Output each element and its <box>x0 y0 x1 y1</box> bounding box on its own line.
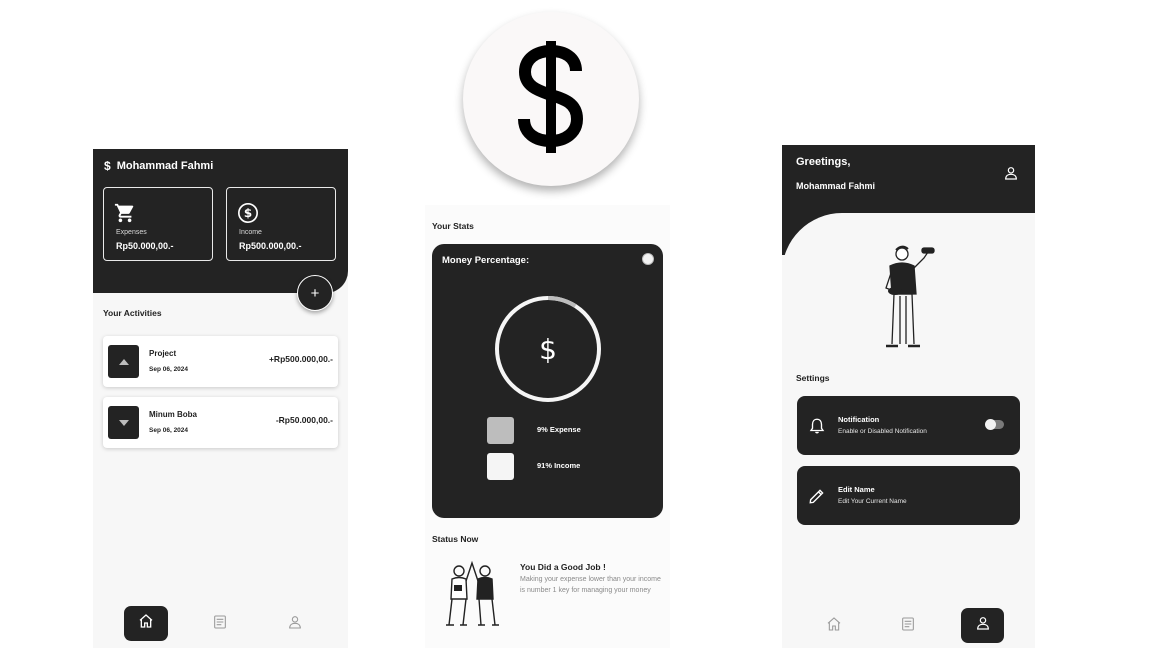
settings-heading: Settings <box>796 373 830 383</box>
home-icon <box>138 613 154 634</box>
list-item[interactable]: Minum Boba Sep 06, 2024 -Rp50.000,00.- <box>103 397 338 448</box>
income-card[interactable]: $ Income Rp500.000,00.- <box>226 187 336 261</box>
person-illustration <box>880 244 936 357</box>
person-icon <box>287 614 303 635</box>
dollar-icon <box>516 40 586 158</box>
home-screen: $ Mohammad Fahmi Expenses Rp50.000,00.- … <box>93 149 348 648</box>
dollar-icon: $ <box>104 159 111 173</box>
user-name: Mohammad Fahmi <box>116 160 214 172</box>
home-icon <box>826 616 842 637</box>
document-icon <box>212 614 228 635</box>
dollar-circle-icon: $ <box>237 202 259 229</box>
profile-screen: Greetings, Mohammad Fahmi Settings Notif <box>782 145 1035 648</box>
card-label: Income <box>239 229 262 236</box>
notification-toggle[interactable] <box>985 419 1004 430</box>
bell-icon <box>808 417 826 440</box>
arrow-up-icon <box>108 345 139 378</box>
setting-subtitle: Edit Your Current Name <box>838 498 907 505</box>
arrow-down-icon <box>108 406 139 439</box>
activity-date: Sep 06, 2024 <box>149 427 189 434</box>
activity-name: Minum Boba <box>149 410 197 419</box>
setting-title: Notification <box>838 415 880 424</box>
svg-text:$: $ <box>244 206 252 220</box>
greeting-text: Greetings, <box>796 156 851 168</box>
stats-heading: Your Stats <box>432 221 474 231</box>
cart-icon <box>114 202 136 229</box>
document-icon <box>900 616 916 637</box>
income-legend-swatch <box>487 453 514 480</box>
dollar-icon: $ <box>539 333 557 366</box>
plus-icon: + <box>310 284 320 302</box>
activity-amount: -Rp50.000,00.- <box>275 415 333 425</box>
card-title: Money Percentage: <box>442 255 530 266</box>
activity-amount: +Rp500.000,00.- <box>268 354 333 364</box>
user-name: Mohammad Fahmi <box>796 181 876 191</box>
person-icon[interactable] <box>1003 165 1019 186</box>
pencil-icon <box>808 487 826 510</box>
card-value: Rp500.000,00.- <box>239 241 302 251</box>
activities-heading: Your Activities <box>103 308 162 318</box>
card-label: Expenses <box>116 229 147 236</box>
high-five-illustration <box>439 559 505 634</box>
nav-home[interactable] <box>822 614 846 638</box>
nav-list[interactable] <box>896 614 920 638</box>
setting-subtitle: Enable or Disabled Notification <box>838 428 927 435</box>
app-logo <box>463 12 639 186</box>
notification-setting[interactable]: Notification Enable or Disabled Notifica… <box>797 396 1020 455</box>
expense-legend-label: 9% Expense <box>537 425 581 434</box>
expense-legend-swatch <box>487 417 514 444</box>
activity-name: Project <box>149 349 177 358</box>
chart-toggle[interactable] <box>642 253 654 265</box>
home-header: $ Mohammad Fahmi Expenses Rp50.000,00.- … <box>93 149 348 293</box>
toggle-knob <box>985 419 996 430</box>
list-item[interactable]: Project Sep 06, 2024 +Rp500.000,00.- <box>103 336 338 387</box>
stats-screen: Your Stats Money Percentage: $ 9% Expens… <box>425 205 670 648</box>
nav-profile[interactable] <box>961 608 1004 643</box>
home-title: $ Mohammad Fahmi <box>104 159 213 173</box>
income-legend-label: 91% Income <box>537 461 581 470</box>
activity-date: Sep 06, 2024 <box>149 366 189 373</box>
nav-profile[interactable] <box>283 612 307 636</box>
person-icon <box>975 615 991 636</box>
percentage-ring: $ <box>495 296 601 402</box>
expenses-card[interactable]: Expenses Rp50.000,00.- <box>103 187 213 261</box>
nav-home[interactable] <box>124 606 168 641</box>
nav-list[interactable] <box>208 612 232 636</box>
setting-title: Edit Name <box>838 485 875 494</box>
edit-name-setting[interactable]: Edit Name Edit Your Current Name <box>797 466 1020 525</box>
status-heading: Status Now <box>432 534 479 544</box>
card-value: Rp50.000,00.- <box>116 241 174 251</box>
status-title: You Did a Good Job ! <box>520 562 606 572</box>
status-description: Making your expense lower than your inco… <box>520 576 661 594</box>
money-percentage-card: Money Percentage: $ 9% Expense 91% Incom… <box>432 244 663 518</box>
add-transaction-button[interactable]: + <box>297 275 333 311</box>
